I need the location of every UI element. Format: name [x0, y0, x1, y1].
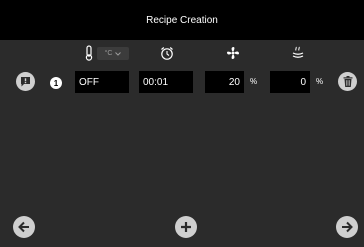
steam-field[interactable]: 0 [270, 71, 310, 93]
time-value: 00:01 [143, 76, 169, 88]
column-header: °C [0, 40, 364, 66]
fan-value: 20 [228, 76, 240, 88]
chevron-down-icon [115, 51, 122, 56]
temperature-value: OFF [79, 76, 99, 88]
trash-icon [343, 76, 352, 87]
delete-step-button[interactable] [338, 72, 357, 91]
comment-icon [21, 77, 30, 87]
alarm-clock-icon [160, 45, 174, 61]
next-button[interactable] [336, 216, 358, 238]
thermometer-icon [84, 45, 94, 61]
temperature-unit-select[interactable]: °C [97, 47, 129, 60]
step-number-badge: 1 [50, 77, 62, 89]
step-comment-button[interactable] [16, 72, 35, 91]
add-step-button[interactable] [175, 216, 197, 238]
back-button[interactable] [13, 216, 35, 238]
fan-unit: % [250, 77, 258, 86]
page-title: Recipe Creation [146, 14, 218, 26]
step-number: 1 [53, 78, 59, 88]
fan-field[interactable]: 20 [205, 71, 244, 93]
arrow-left-icon [18, 221, 29, 233]
steam-unit: % [316, 77, 324, 86]
recipe-step-row: 1 OFF 00:01 20 % 0 % [0, 70, 364, 94]
temperature-field[interactable]: OFF [75, 71, 129, 93]
plus-icon [181, 222, 191, 232]
steam-icon [291, 45, 305, 61]
title-bar: Recipe Creation [0, 0, 364, 40]
time-field[interactable]: 00:01 [139, 71, 193, 93]
steam-value: 0 [300, 76, 306, 88]
arrow-right-icon [342, 221, 353, 233]
fan-icon [226, 45, 240, 61]
temperature-unit-value: °C [104, 50, 113, 57]
